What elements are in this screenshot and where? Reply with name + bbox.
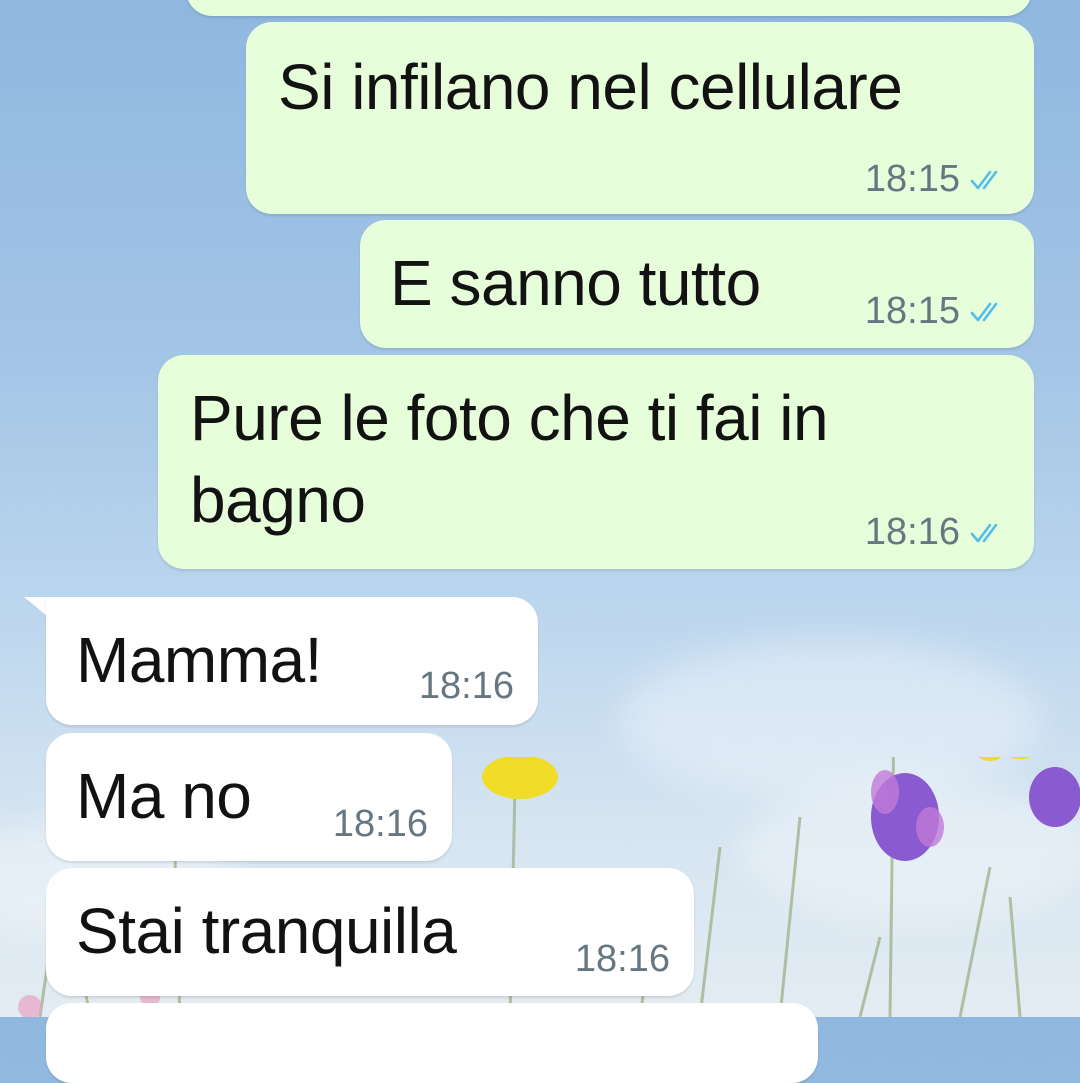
message-timestamp: 18:16 <box>418 665 514 707</box>
bubble-tail <box>24 597 46 615</box>
message-meta: 18:15 <box>865 158 1006 201</box>
chat-bubble-incoming[interactable] <box>46 1003 818 1083</box>
message-meta: 18:15 <box>865 290 1006 333</box>
chat-bubble-incoming[interactable]: Stai tranquilla 18:16 <box>46 868 694 996</box>
message-timestamp: 18:16 <box>864 511 960 553</box>
message-text: Stai tranquilla <box>76 895 457 967</box>
message-timestamp: 18:15 <box>864 158 960 200</box>
double-check-icon <box>970 302 998 321</box>
message-text: E sanno tutto <box>390 247 761 319</box>
chat-bubble-outgoing[interactable] <box>186 0 1032 16</box>
chat-bubble-incoming[interactable]: Mamma! 18:16 <box>46 597 538 725</box>
double-check-icon <box>970 523 998 542</box>
message-text: Si infilano nel cellulare <box>278 51 903 123</box>
message-timestamp: 18:16 <box>574 938 670 980</box>
message-meta: 18:16 <box>865 511 1006 554</box>
message-text: Pure le foto che ti fai in bagno <box>190 382 829 536</box>
message-meta: 18:16 <box>575 938 670 981</box>
message-text: Ma no <box>76 760 252 832</box>
message-meta: 18:16 <box>333 803 428 846</box>
double-check-icon <box>970 170 998 189</box>
chat-bubble-outgoing[interactable]: Si infilano nel cellulare 18:15 <box>246 22 1034 214</box>
chat-bubble-outgoing[interactable]: E sanno tutto 18:15 <box>360 220 1034 348</box>
message-meta: 18:16 <box>419 665 514 708</box>
message-timestamp: 18:16 <box>332 803 428 845</box>
message-timestamp: 18:15 <box>864 290 960 332</box>
chat-bubble-outgoing[interactable]: Pure le foto che ti fai in bagno 18:16 <box>158 355 1034 569</box>
chat-bubble-incoming[interactable]: Ma no 18:16 <box>46 733 452 861</box>
message-text: Mamma! <box>76 624 322 696</box>
